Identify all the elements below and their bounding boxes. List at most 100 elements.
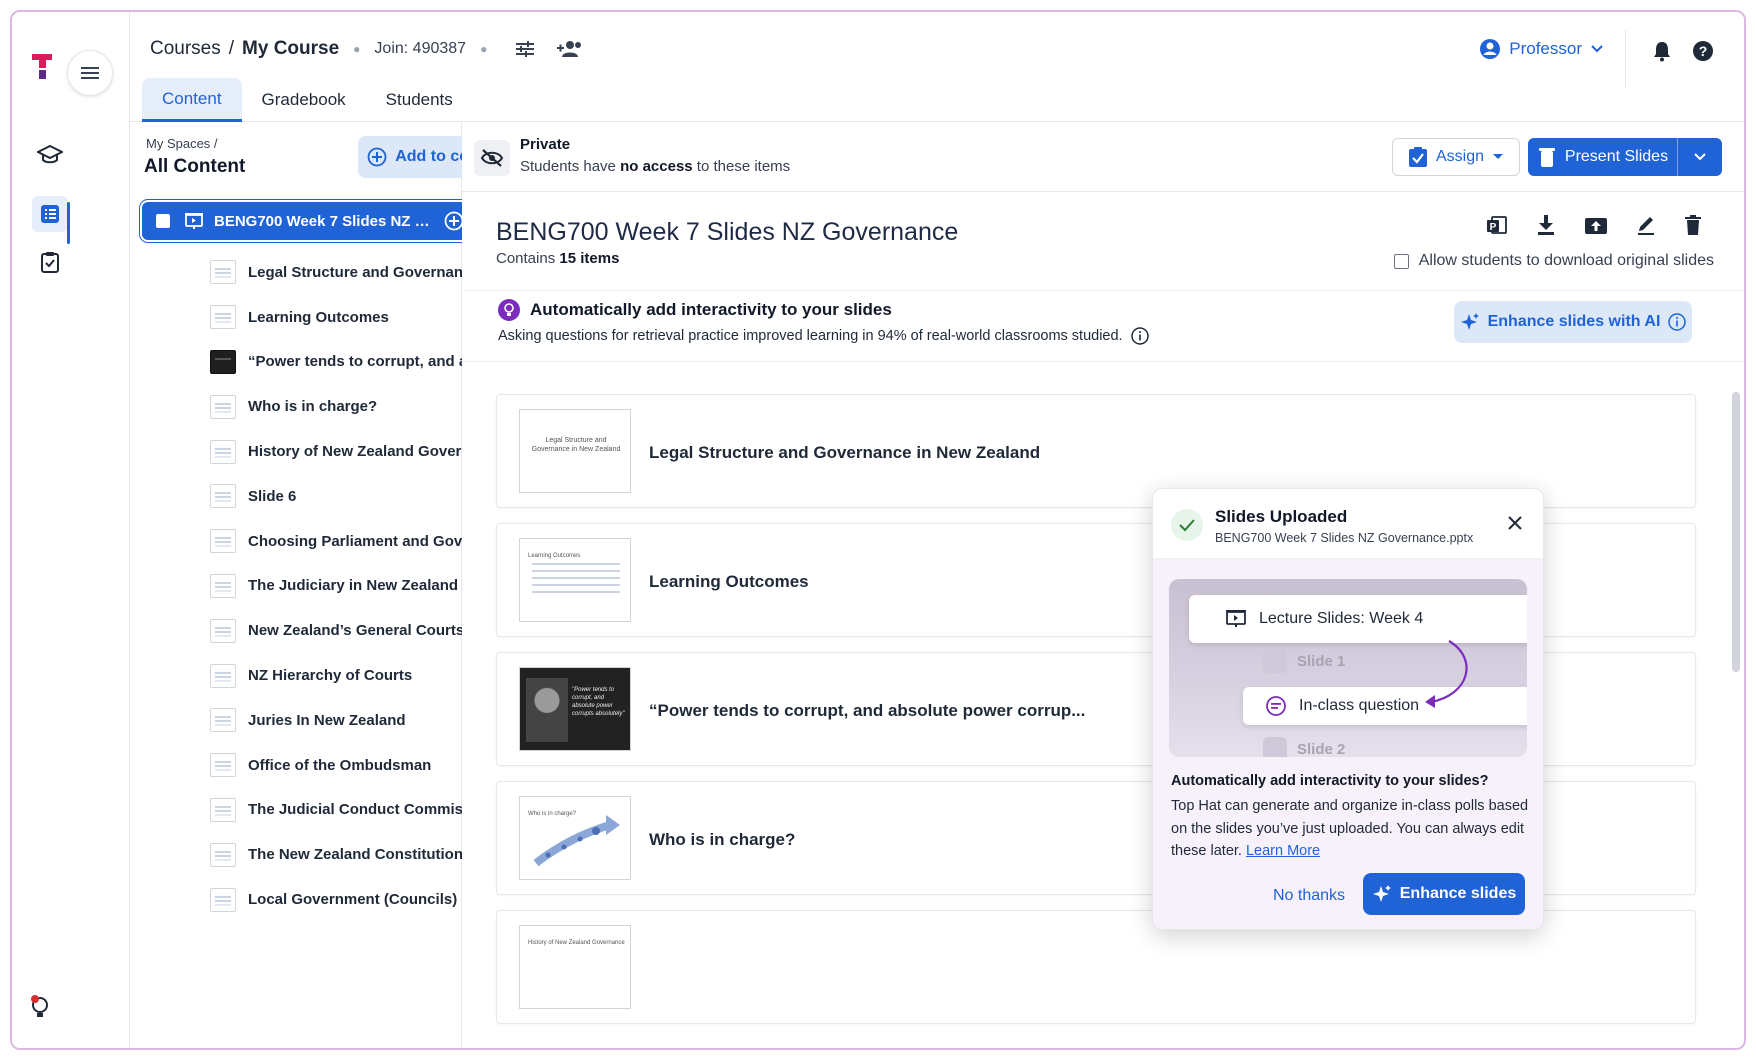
caret-down-icon xyxy=(1493,154,1504,159)
enhance-slides-button[interactable]: Enhance slides xyxy=(1363,873,1525,915)
sparkle-icon xyxy=(1460,313,1479,330)
no-thanks-button[interactable]: No thanks xyxy=(1273,887,1345,905)
selected-folder-item[interactable]: BENG700 Week 7 Slides NZ Governance xyxy=(142,202,510,240)
list-item[interactable]: History of New Zealand Governance xyxy=(210,429,500,474)
separator-dot: ● xyxy=(480,42,488,56)
list-item[interactable]: Who is in charge? xyxy=(210,384,500,429)
popup-question: Automatically add interactivity to your … xyxy=(1171,773,1489,789)
list-item-label: The Judicial Conduct Commissioner xyxy=(248,801,496,819)
slide-thumbnail: Legal Structure and Governance in New Ze… xyxy=(519,409,631,493)
present-slides-button[interactable]: Present Slides xyxy=(1528,138,1722,176)
assign-button[interactable]: Assign xyxy=(1392,138,1520,176)
allow-download-checkbox[interactable] xyxy=(1393,253,1409,269)
tips-button[interactable] xyxy=(28,995,52,1026)
top-header: Courses / My Course ● Join: 490387 ● Con… xyxy=(130,12,1744,122)
list-item[interactable]: Legal Structure and Governance in New Ze… xyxy=(210,250,500,295)
learn-more-link[interactable]: Learn More xyxy=(1246,843,1320,859)
help-button[interactable]: ? xyxy=(1692,40,1714,67)
tophat-logo[interactable] xyxy=(30,52,56,84)
list-item[interactable]: Juries In New Zealand xyxy=(210,698,500,743)
join-code: Join: 490387 xyxy=(374,40,467,57)
tab-students[interactable]: Students xyxy=(366,78,473,122)
list-item[interactable]: The Judiciary in New Zealand xyxy=(210,564,500,609)
eye-off-icon xyxy=(480,149,504,167)
list-item[interactable]: Learning Outcomes xyxy=(210,295,500,340)
my-spaces-link[interactable]: My Spaces / xyxy=(146,136,218,151)
download-button[interactable] xyxy=(1536,214,1556,241)
present-icon xyxy=(1538,148,1555,167)
slide-thumbnail xyxy=(210,260,236,285)
presentation-icon xyxy=(1226,610,1246,627)
list-item[interactable]: NZ Hierarchy of Courts xyxy=(210,653,500,698)
allow-download-option[interactable]: Allow students to download original slid… xyxy=(1393,252,1714,270)
list-item[interactable]: Slide 6 xyxy=(210,474,500,519)
list-item[interactable]: “Power tends to corrupt, and absolute po… xyxy=(210,340,500,385)
main-area: Private Students have no access to these… xyxy=(462,122,1744,1048)
hamburger-menu-button[interactable] xyxy=(67,50,113,96)
breadcrumb-current: My Course xyxy=(242,38,340,59)
popup-body: Lecture Slides: Week 4 Slide 1 In-class … xyxy=(1153,559,1543,929)
privacy-sub-text: to these items xyxy=(692,158,791,175)
present-options-dropdown[interactable] xyxy=(1678,152,1722,162)
enhance-slides-ai-label: Enhance slides with AI xyxy=(1487,313,1661,330)
powerpoint-icon: P xyxy=(1487,216,1507,234)
slide-thumbnail xyxy=(210,484,236,509)
info-icon xyxy=(1668,313,1687,331)
assignments-rail-button[interactable] xyxy=(32,244,68,280)
visibility-toggle[interactable] xyxy=(474,140,510,176)
list-item[interactable]: New Zealand’s General Courts xyxy=(210,608,500,653)
list-item[interactable]: The Judicial Conduct Commissioner xyxy=(210,788,500,833)
present-slides-main[interactable]: Present Slides xyxy=(1528,138,1677,176)
slide-thumbnail xyxy=(210,573,236,598)
tab-gradebook[interactable]: Gradebook xyxy=(242,78,366,122)
list-item[interactable]: The New Zealand Constitution xyxy=(210,832,500,877)
list-item[interactable]: Office of the Ombudsman xyxy=(210,743,500,788)
list-item-label: Local Government (Councils) xyxy=(248,891,458,909)
bell-icon xyxy=(1654,42,1670,62)
document-toolbar: P xyxy=(1486,214,1702,241)
course-settings-button[interactable] xyxy=(515,40,535,58)
popup-header: Slides Uploaded BENG700 Week 7 Slides NZ… xyxy=(1153,489,1543,559)
slide-thumbnail xyxy=(210,349,236,374)
sliders-icon xyxy=(516,41,535,57)
delete-button[interactable] xyxy=(1684,214,1702,241)
tab-content[interactable]: Content xyxy=(142,78,242,122)
curved-arrow-icon xyxy=(1425,640,1468,708)
edit-button[interactable] xyxy=(1636,214,1656,241)
list-item[interactable]: Local Government (Councils) xyxy=(210,877,500,922)
add-item-button[interactable] xyxy=(444,211,464,231)
slide-title: Who is in charge? xyxy=(649,830,796,849)
upload-button[interactable] xyxy=(1584,214,1608,241)
illustration-slide-2: Slide 2 xyxy=(1263,737,1345,757)
illustration-slide-label: Slide 2 xyxy=(1297,740,1346,758)
list-item-label: History of New Zealand Governance xyxy=(248,443,496,461)
folder-label: BENG700 Week 7 Slides NZ Governance xyxy=(214,212,430,230)
content-rail-button[interactable] xyxy=(32,196,68,232)
portrait-image xyxy=(526,678,568,742)
scrollbar[interactable] xyxy=(1732,392,1740,672)
arrow-graphic xyxy=(533,815,620,867)
illustration-slide-1: Slide 1 xyxy=(1263,649,1345,673)
graduation-cap-icon xyxy=(37,144,63,164)
info-icon[interactable] xyxy=(1130,327,1149,345)
slide-tree: Legal Structure and Governance in New Ze… xyxy=(210,250,500,922)
notifications-button[interactable] xyxy=(1652,40,1672,67)
slide-title: “Power tends to corrupt, and absolute po… xyxy=(649,701,1086,720)
privacy-sub-bold: no access xyxy=(620,158,693,175)
privacy-sub-text: Students have xyxy=(520,158,621,175)
add-people-button[interactable] xyxy=(557,40,583,58)
role-switcher[interactable]: Professor xyxy=(1479,38,1604,60)
pencil-icon xyxy=(1638,217,1654,235)
enhance-slides-ai-button[interactable]: Enhance slides with AI xyxy=(1454,301,1692,343)
breadcrumb-courses[interactable]: Courses xyxy=(150,38,221,60)
powerpoint-button[interactable]: P xyxy=(1486,214,1508,241)
svg-text:?: ? xyxy=(1699,43,1708,59)
courses-rail-button[interactable] xyxy=(32,136,68,172)
slide-thumbnail xyxy=(210,394,236,419)
popup-close-button[interactable] xyxy=(1507,515,1523,536)
folder-checkbox[interactable] xyxy=(156,214,170,228)
list-item[interactable]: Choosing Parliament and Government xyxy=(210,519,500,564)
illustration-question-card: In-class question xyxy=(1243,687,1527,725)
list-item-label: “Power tends to corrupt, and absolute po… xyxy=(248,353,496,371)
sparkle-icon xyxy=(1372,885,1391,902)
